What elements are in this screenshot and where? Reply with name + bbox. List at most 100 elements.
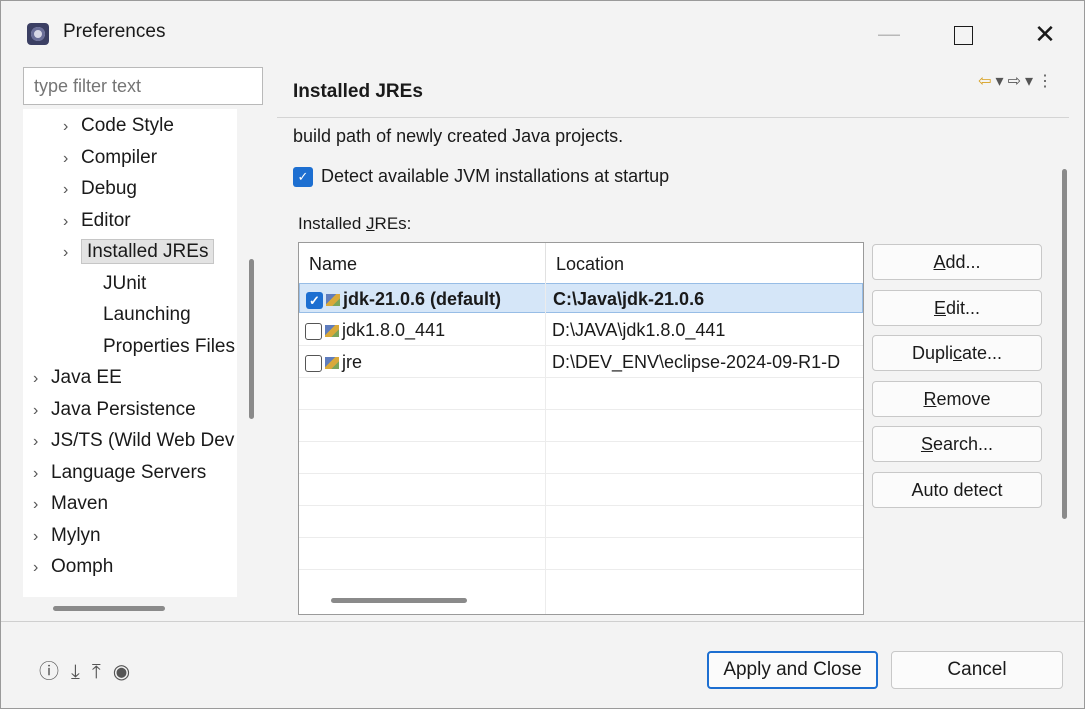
expand-chevron-icon[interactable]: › [33,459,51,489]
tree-horizontal-scroll-thumb[interactable] [53,606,165,611]
jre-name-cell: jre [305,347,545,377]
remove-button[interactable]: Remove [872,380,1042,417]
panel-description: build path of newly created Java project… [293,126,624,146]
eclipse-app-icon [27,23,49,45]
expand-chevron-icon[interactable]: › [33,427,51,457]
close-button[interactable]: ✕ [1019,13,1071,55]
expand-chevron-icon[interactable]: › [63,144,81,174]
tree-item-label: Maven [51,493,109,514]
column-divider [545,281,546,614]
export-icon[interactable]: ⤒ [92,661,107,684]
expand-chevron-icon[interactable]: › [63,112,81,142]
expand-chevron-icon[interactable]: › [63,207,81,237]
button-label-pre: Auto detect [911,479,1003,500]
minimize-button[interactable]: — [863,13,915,55]
tree-item-label: Launching [103,304,191,325]
tree-item[interactable]: Launching [103,300,191,330]
expand-chevron-icon[interactable]: › [33,396,51,426]
jre-checkbox[interactable]: ✓ [306,291,323,309]
import-icon[interactable]: ⤓ [71,661,86,684]
forward-arrow-icon[interactable]: ⇨ [1008,73,1025,90]
tree-item[interactable]: › Compiler [63,143,157,173]
table-row [299,443,863,474]
tree-item-label: Code Style [81,115,174,136]
jre-name-cell: ✓ jdk-21.0.6 (default) [306,284,546,314]
tree-item[interactable]: › Installed JREs [63,237,215,268]
panel-header: Installed JREs ⇦▾⇨▾⋮ [277,67,1067,113]
tree-item[interactable]: › Oomph [33,552,113,582]
panel-vertical-scrollbar[interactable] [1053,119,1079,619]
tree-item[interactable]: › Java Persistence [33,395,196,425]
tree-item-label: Debug [81,178,137,199]
expand-chevron-icon[interactable]: › [33,364,51,394]
expand-chevron-icon[interactable]: › [63,175,81,205]
maximize-icon [953,25,973,45]
help-icon[interactable]: ⓘ [39,655,65,684]
table-row[interactable]: jdk1.8.0_441 D:\JAVA\jdk1.8.0_441 [299,315,863,346]
installed-jres-table[interactable]: Name Location ✓ jdk-21.0.6 (default) C:\Ja… [298,242,864,615]
tree-item[interactable]: JUnit [103,269,146,299]
tree-item[interactable]: › Language Servers [33,458,206,488]
duplicate-button[interactable]: Duplicate... [872,335,1042,371]
table-horizontal-scroll-thumb[interactable] [331,598,467,603]
jre-library-icon [326,294,340,307]
panel-vertical-scroll-thumb[interactable] [1062,169,1067,519]
column-header-name[interactable]: Name [299,243,546,281]
table-row [299,539,863,570]
detect-jvm-checkbox[interactable]: ✓ [293,167,313,188]
table-row [299,379,863,410]
tree-item[interactable]: › JS/TS (Wild Web Dev [33,426,234,456]
tree-item-label: JUnit [103,272,147,294]
back-menu-icon[interactable]: ▾ [996,73,1008,90]
expand-chevron-icon[interactable]: › [33,522,51,552]
tree-item[interactable]: › Debug [63,174,137,204]
more-options-icon[interactable]: ⋮ [1037,73,1057,90]
installed-jres-label: Installed JREs: [298,214,411,234]
tree-item[interactable]: › Code Style [63,111,174,141]
table-row[interactable]: jre D:\DEV_ENV\eclipse-2024-09-R1-D [299,347,863,378]
expand-chevron-icon[interactable]: › [33,490,51,520]
tree-item[interactable]: › Maven [33,489,108,519]
tree-item-label: Mylyn [51,524,101,546]
button-label-mnemonic: A [933,252,946,272]
cancel-button[interactable]: Cancel [891,651,1063,689]
tree-item[interactable]: › Mylyn [33,521,101,551]
tree-vertical-scroll-thumb[interactable] [249,259,254,419]
back-arrow-icon[interactable]: ⇦ [978,73,995,90]
maximize-button[interactable] [937,13,989,55]
button-label-post: emove [936,388,991,409]
tree-horizontal-scrollbar[interactable] [23,597,264,621]
filter-box [23,67,263,105]
tree-item[interactable]: Properties Files E [103,332,253,362]
table-row [299,507,863,538]
auto-detect-button[interactable]: Auto detect [872,471,1042,508]
forward-menu-icon[interactable]: ▾ [1025,73,1037,90]
detect-jvm-label: Detect available JVM installations at st… [321,166,670,186]
jre-checkbox[interactable] [305,354,322,372]
search-button[interactable]: Search... [872,426,1042,462]
edit-button[interactable]: Edit... [872,289,1042,326]
tree-item[interactable]: › Java EE [33,363,122,393]
tree-vertical-scrollbar[interactable] [237,107,264,597]
detect-jvm-option[interactable]: ✓ Detect available JVM installations at s… [293,166,670,188]
tree-item[interactable]: › Editor [63,206,131,236]
table-row[interactable]: ✓ jdk-21.0.6 (default) C:\Java\jdk-21.0.6 [299,283,863,313]
expand-chevron-icon[interactable]: › [33,553,51,583]
filter-input[interactable] [32,68,256,104]
table-row [299,475,863,506]
jre-checkbox[interactable] [305,322,322,340]
title-bar[interactable]: Preferences — ✕ [1,1,1084,65]
installed-jres-label-mnemonic: J [366,214,375,233]
button-label-post: ate... [962,343,1003,363]
installed-jres-label-prefix: Installed [298,214,367,233]
expand-chevron-icon[interactable]: › [63,238,81,268]
column-header-location[interactable]: Location [546,243,863,281]
tree-item-label: Java Persistence [51,398,196,420]
button-label-mnemonic: c [953,343,962,363]
preferences-window: Preferences — ✕ ›Code Style›Compiler›Deb… [0,0,1085,709]
jre-name: jdk-21.0.6 (default) [343,289,502,309]
jre-name-cell: jdk1.8.0_441 [305,315,545,345]
record-icon[interactable]: ◉ [113,659,136,684]
add-button[interactable]: Add... [872,244,1042,280]
apply-and-close-button[interactable]: Apply and Close [707,651,878,689]
